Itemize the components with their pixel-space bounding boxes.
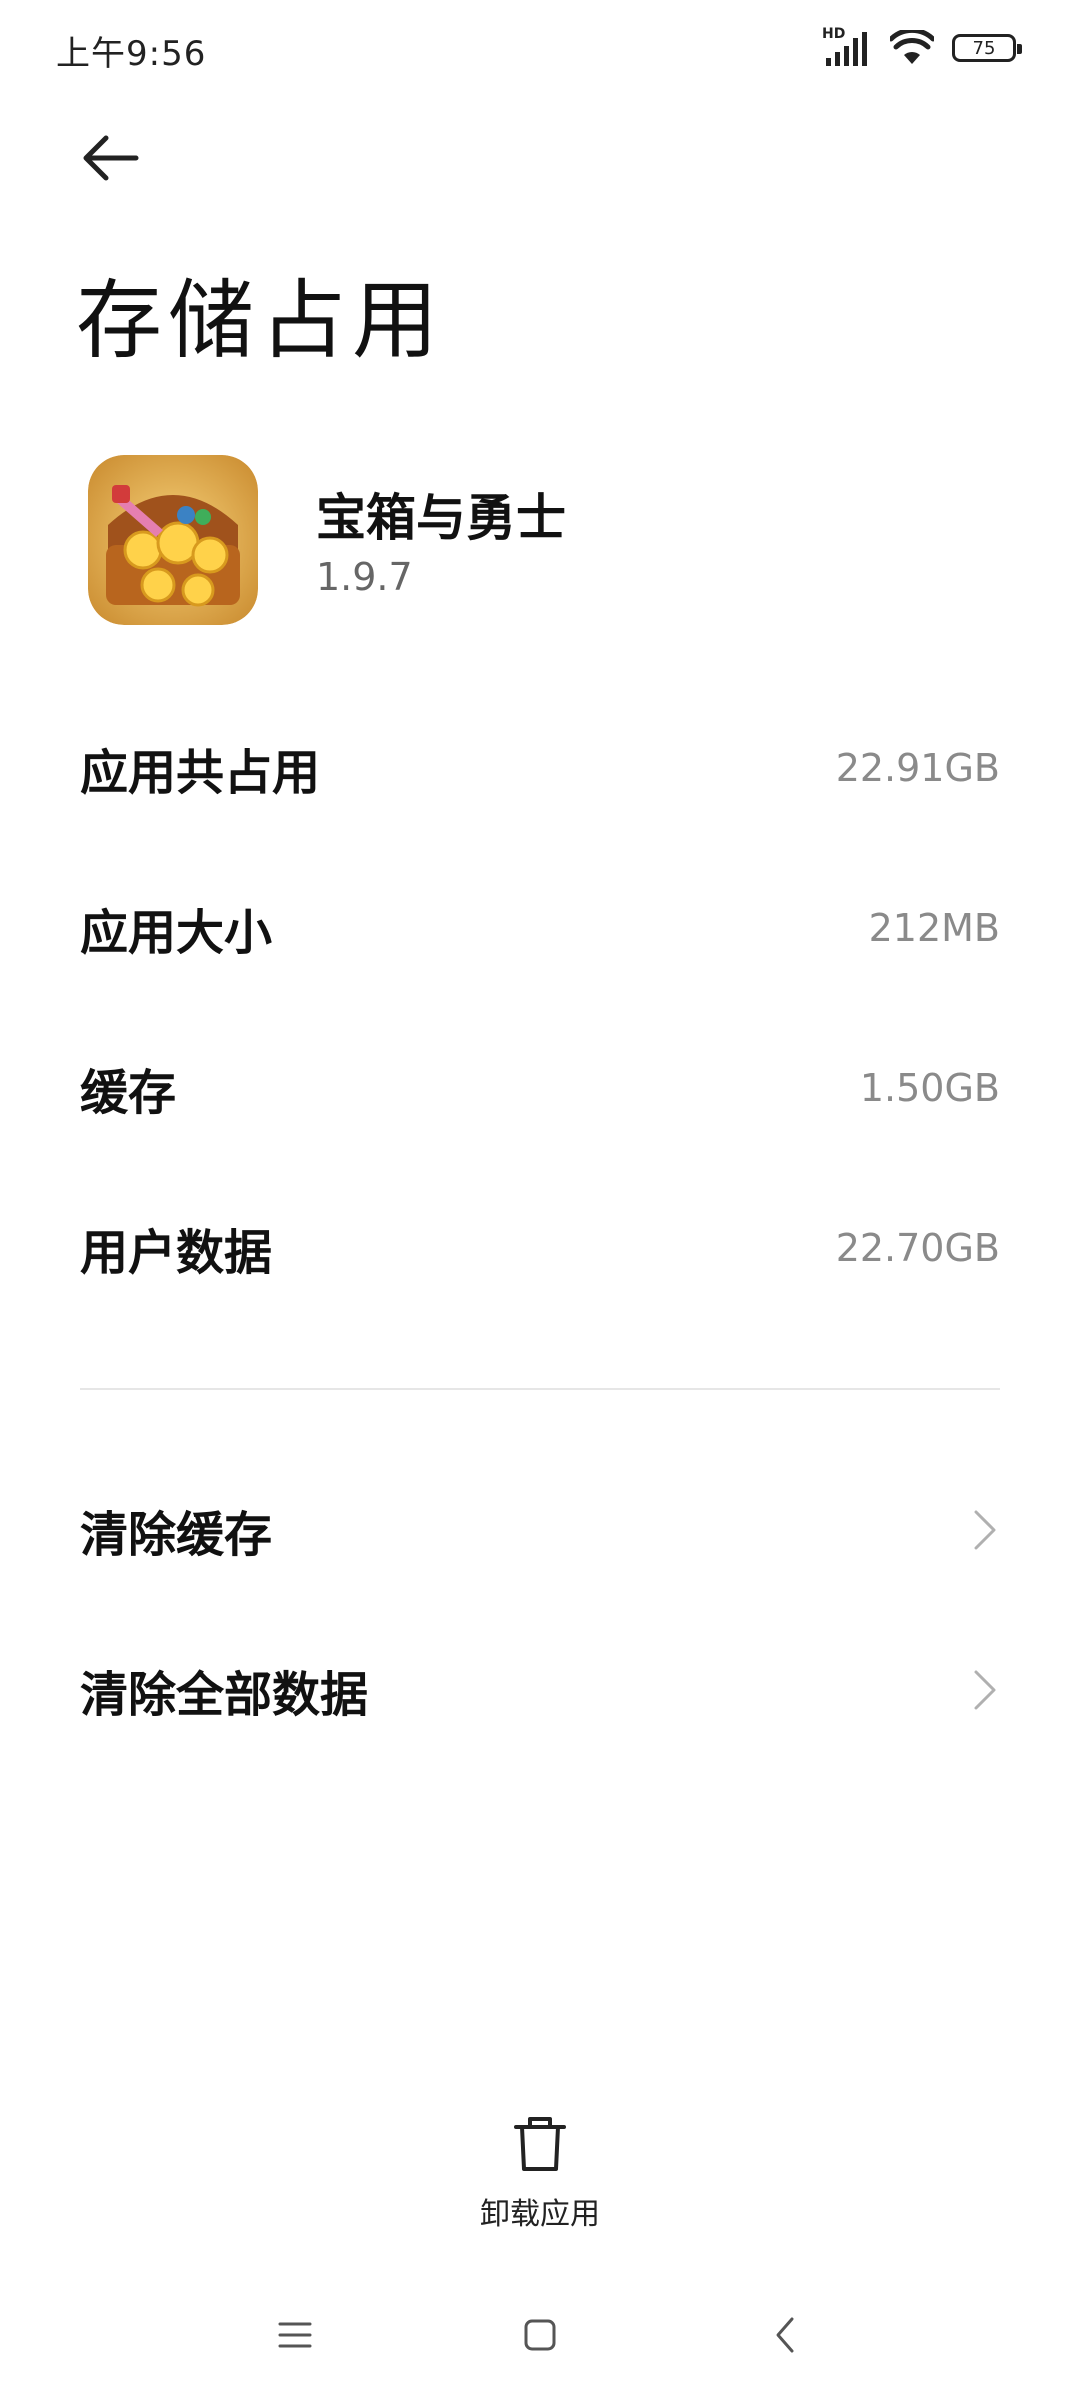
storage-value: 1.50GB [859,1066,1000,1110]
uninstall-button[interactable]: 卸载应用 [440,2115,640,2233]
back-arrow-icon [83,135,139,181]
page-title: 存储占用 [76,271,444,371]
back-button[interactable] [76,128,156,208]
storage-value: 22.91GB [835,746,1000,790]
signal-icon: HD [822,26,872,68]
divider [80,1388,1000,1390]
wifi-icon [890,30,934,64]
action-label: 清除缓存 [80,1507,273,1563]
nav-back-button[interactable] [740,2290,830,2380]
clear-cache-button[interactable]: 清除缓存 [80,1490,1000,1570]
battery-icon: 75 [952,34,1022,62]
nav-home-button[interactable] [495,2290,585,2380]
app-version: 1.9.7 [316,555,413,599]
storage-label: 应用大小 [80,905,273,961]
storage-label: 用户数据 [80,1225,273,1281]
action-label: 清除全部数据 [80,1667,369,1723]
storage-row-total: 应用共占用 22.91GB [80,728,1000,808]
storage-label: 应用共占用 [80,745,321,801]
trash-icon [514,2117,566,2171]
app-icon [88,455,258,625]
navigation-bar [0,2290,1080,2380]
nav-menu-button[interactable] [250,2290,340,2380]
status-icons: HD 75 [822,26,1022,70]
home-icon [524,2319,556,2351]
storage-value: 212MB [868,906,1000,950]
uninstall-label: 卸载应用 [480,2197,600,2232]
chevron-right-icon [974,1510,996,1550]
storage-value: 22.70GB [835,1226,1000,1270]
app-name: 宝箱与勇士 [316,489,566,547]
chevron-right-icon [974,1670,996,1710]
status-time: 上午9:56 [56,34,207,74]
menu-icon [278,2322,312,2348]
storage-row-user-data: 用户数据 22.70GB [80,1208,1000,1288]
battery-level: 75 [972,37,996,59]
storage-label: 缓存 [80,1065,177,1121]
back-icon [776,2317,794,2353]
storage-row-cache: 缓存 1.50GB [80,1048,1000,1128]
storage-row-app-size: 应用大小 212MB [80,888,1000,968]
clear-all-data-button[interactable]: 清除全部数据 [80,1650,1000,1730]
